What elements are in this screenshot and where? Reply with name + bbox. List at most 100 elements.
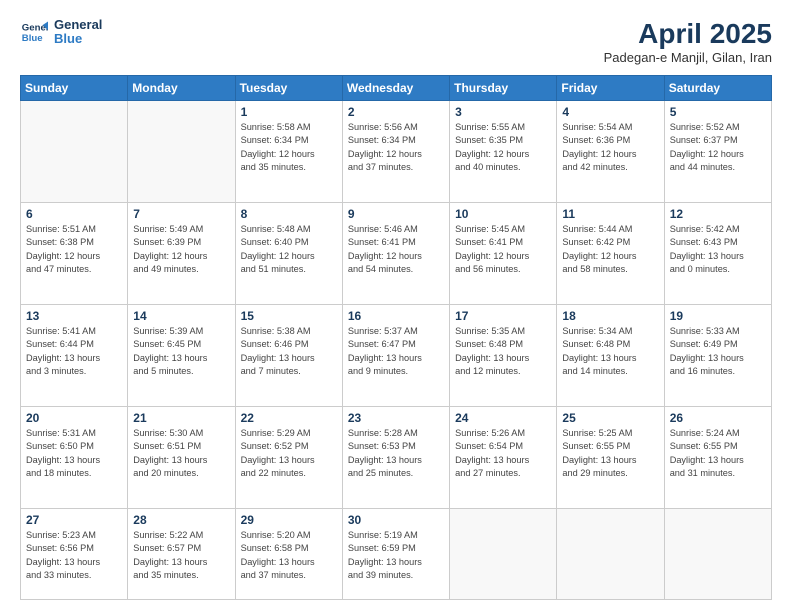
day-info: Sunrise: 5:20 AM Sunset: 6:58 PM Dayligh… [241,529,337,582]
location: Padegan-e Manjil, Gilan, Iran [604,50,772,65]
calendar-cell: 19Sunrise: 5:33 AM Sunset: 6:49 PM Dayli… [664,305,771,407]
week-row: 20Sunrise: 5:31 AM Sunset: 6:50 PM Dayli… [21,407,772,509]
weekday-header: Friday [557,76,664,101]
calendar-header-row: SundayMondayTuesdayWednesdayThursdayFrid… [21,76,772,101]
calendar-cell: 29 Sunrise: 5:20 AM Sunset: 6:58 PM Dayli… [235,509,342,600]
day-number: 6 [26,207,122,221]
day-info: Sunrise: 5:45 AM Sunset: 6:41 PM Dayligh… [455,223,551,276]
calendar-cell [557,509,664,600]
calendar-table: SundayMondayTuesdayWednesdayThursdayFrid… [20,75,772,600]
title-block: April 2025 Padegan-e Manjil, Gilan, Iran [604,18,772,65]
calendar-cell: 25Sunrise: 5:25 AM Sunset: 6:55 PM Dayli… [557,407,664,509]
weekday-header: Thursday [450,76,557,101]
day-number: 27 [26,513,122,527]
calendar-cell: 18 Sunrise: 5:34 AM Sunset: 6:48 PM Dayli… [557,305,664,407]
day-info: Sunrise: 5:28 AM Sunset: 6:53 PM Dayligh… [348,427,444,480]
day-number: 1 [241,105,337,119]
day-info: Sunrise: 5:24 AM Sunset: 6:55 PM Dayligh… [670,427,766,480]
calendar-cell [128,101,235,203]
day-info: Sunrise: 5:29 AM Sunset: 6:52 PM Dayligh… [241,427,337,480]
calendar-cell: 26 Sunrise: 5:24 AM Sunset: 6:55 PM Dayli… [664,407,771,509]
week-row: 6 Sunrise: 5:51 AM Sunset: 6:38 PM Daylig… [21,203,772,305]
day-number: 23 [348,411,444,425]
calendar-cell: 16Sunrise: 5:37 AM Sunset: 6:47 PM Dayli… [342,305,449,407]
page: General Blue General Blue April 2025 Pad… [0,0,792,612]
week-row: 13Sunrise: 5:41 AM Sunset: 6:44 PM Dayli… [21,305,772,407]
calendar-cell: 21 Sunrise: 5:30 AM Sunset: 6:51 PM Dayli… [128,407,235,509]
weekday-header: Tuesday [235,76,342,101]
day-info: Sunrise: 5:34 AM Sunset: 6:48 PM Dayligh… [562,325,658,378]
day-number: 3 [455,105,551,119]
calendar-cell: 27 Sunrise: 5:23 AM Sunset: 6:56 PM Dayli… [21,509,128,600]
day-info: Sunrise: 5:39 AM Sunset: 6:45 PM Dayligh… [133,325,229,378]
day-number: 25 [562,411,658,425]
day-info: Sunrise: 5:44 AM Sunset: 6:42 PM Dayligh… [562,223,658,276]
day-number: 9 [348,207,444,221]
day-number: 19 [670,309,766,323]
weekday-header: Monday [128,76,235,101]
logo-general: General [54,18,102,32]
calendar-cell: 22 Sunrise: 5:29 AM Sunset: 6:52 PM Dayli… [235,407,342,509]
day-info: Sunrise: 5:46 AM Sunset: 6:41 PM Dayligh… [348,223,444,276]
calendar-cell: 9 Sunrise: 5:46 AM Sunset: 6:41 PM Daylig… [342,203,449,305]
day-info: Sunrise: 5:52 AM Sunset: 6:37 PM Dayligh… [670,121,766,174]
calendar-cell: 14 Sunrise: 5:39 AM Sunset: 6:45 PM Dayli… [128,305,235,407]
calendar-cell: 20Sunrise: 5:31 AM Sunset: 6:50 PM Dayli… [21,407,128,509]
day-info: Sunrise: 5:30 AM Sunset: 6:51 PM Dayligh… [133,427,229,480]
day-info: Sunrise: 5:51 AM Sunset: 6:38 PM Dayligh… [26,223,122,276]
day-number: 28 [133,513,229,527]
day-number: 20 [26,411,122,425]
day-number: 10 [455,207,551,221]
day-number: 12 [670,207,766,221]
calendar-cell: 17Sunrise: 5:35 AM Sunset: 6:48 PM Dayli… [450,305,557,407]
day-info: Sunrise: 5:49 AM Sunset: 6:39 PM Dayligh… [133,223,229,276]
day-info: Sunrise: 5:48 AM Sunset: 6:40 PM Dayligh… [241,223,337,276]
calendar-cell: 4 Sunrise: 5:54 AM Sunset: 6:36 PM Daylig… [557,101,664,203]
calendar-cell: 30Sunrise: 5:19 AM Sunset: 6:59 PM Dayli… [342,509,449,600]
calendar-cell: 24 Sunrise: 5:26 AM Sunset: 6:54 PM Dayli… [450,407,557,509]
svg-text:Blue: Blue [22,33,43,44]
week-row: 1 Sunrise: 5:58 AM Sunset: 6:34 PM Daylig… [21,101,772,203]
day-info: Sunrise: 5:23 AM Sunset: 6:56 PM Dayligh… [26,529,122,582]
logo-icon: General Blue [20,18,48,46]
calendar-cell: 2Sunrise: 5:56 AM Sunset: 6:34 PM Daylig… [342,101,449,203]
day-info: Sunrise: 5:22 AM Sunset: 6:57 PM Dayligh… [133,529,229,582]
day-info: Sunrise: 5:58 AM Sunset: 6:34 PM Dayligh… [241,121,337,174]
logo: General Blue General Blue [20,18,102,47]
day-number: 4 [562,105,658,119]
day-number: 15 [241,309,337,323]
month-year: April 2025 [604,18,772,50]
day-number: 26 [670,411,766,425]
calendar-cell: 7 Sunrise: 5:49 AM Sunset: 6:39 PM Daylig… [128,203,235,305]
day-number: 17 [455,309,551,323]
day-number: 18 [562,309,658,323]
day-number: 5 [670,105,766,119]
day-number: 22 [241,411,337,425]
calendar-cell: 15 Sunrise: 5:38 AM Sunset: 6:46 PM Dayli… [235,305,342,407]
day-number: 30 [348,513,444,527]
day-info: Sunrise: 5:54 AM Sunset: 6:36 PM Dayligh… [562,121,658,174]
calendar-cell [664,509,771,600]
calendar-cell: 13Sunrise: 5:41 AM Sunset: 6:44 PM Dayli… [21,305,128,407]
day-number: 7 [133,207,229,221]
day-number: 2 [348,105,444,119]
calendar-cell: 3 Sunrise: 5:55 AM Sunset: 6:35 PM Daylig… [450,101,557,203]
calendar-cell: 1 Sunrise: 5:58 AM Sunset: 6:34 PM Daylig… [235,101,342,203]
day-info: Sunrise: 5:55 AM Sunset: 6:35 PM Dayligh… [455,121,551,174]
calendar-cell [450,509,557,600]
logo-blue: Blue [54,32,102,46]
calendar-cell: 5 Sunrise: 5:52 AM Sunset: 6:37 PM Daylig… [664,101,771,203]
day-number: 21 [133,411,229,425]
day-info: Sunrise: 5:26 AM Sunset: 6:54 PM Dayligh… [455,427,551,480]
calendar-cell [21,101,128,203]
calendar-cell: 8 Sunrise: 5:48 AM Sunset: 6:40 PM Daylig… [235,203,342,305]
svg-text:General: General [22,23,48,34]
day-number: 8 [241,207,337,221]
day-number: 14 [133,309,229,323]
weekday-header: Saturday [664,76,771,101]
day-info: Sunrise: 5:38 AM Sunset: 6:46 PM Dayligh… [241,325,337,378]
day-number: 29 [241,513,337,527]
week-row: 27 Sunrise: 5:23 AM Sunset: 6:56 PM Dayli… [21,509,772,600]
day-info: Sunrise: 5:42 AM Sunset: 6:43 PM Dayligh… [670,223,766,276]
day-number: 24 [455,411,551,425]
